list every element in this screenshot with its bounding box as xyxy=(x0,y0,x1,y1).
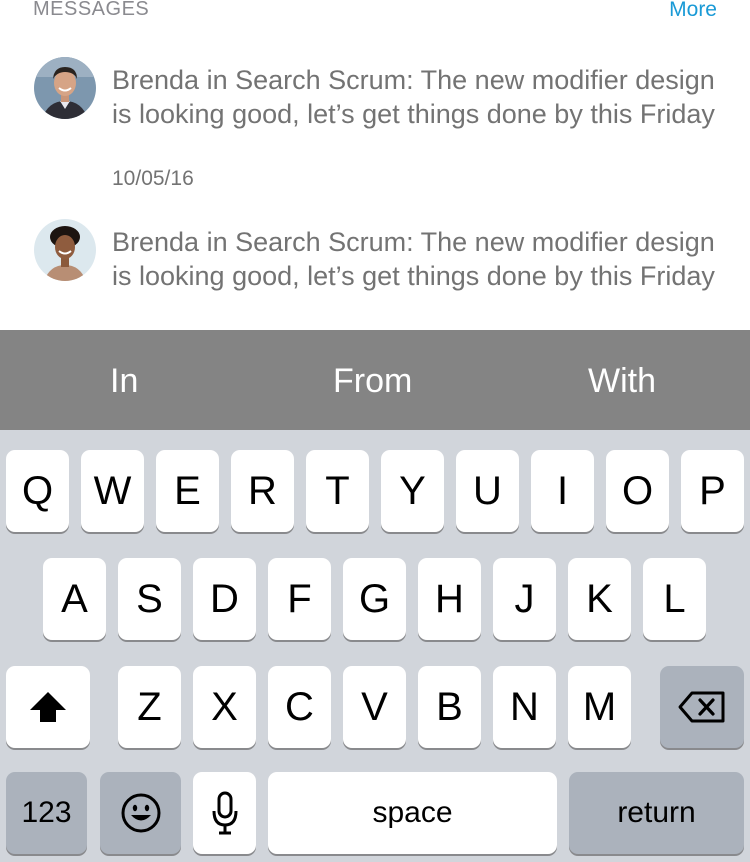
key-n[interactable]: N xyxy=(493,666,556,748)
numbers-key[interactable]: 123 xyxy=(6,772,87,854)
key-f[interactable]: F xyxy=(268,558,331,640)
emoji-key[interactable] xyxy=(100,772,181,854)
key-x[interactable]: X xyxy=(193,666,256,748)
key-v[interactable]: V xyxy=(343,666,406,748)
keyboard: Q W E R T Y U I O P A S D F G H J K L Z … xyxy=(0,430,750,862)
key-m[interactable]: M xyxy=(568,666,631,748)
key-w[interactable]: W xyxy=(81,450,144,532)
avatar xyxy=(34,57,96,119)
message-text: Brenda in Search Scrum: The new modifier… xyxy=(112,65,715,129)
key-y[interactable]: Y xyxy=(381,450,444,532)
delete-key[interactable] xyxy=(660,666,744,748)
key-e[interactable]: E xyxy=(156,450,219,532)
key-j[interactable]: J xyxy=(493,558,556,640)
key-z[interactable]: Z xyxy=(118,666,181,748)
message-text: Brenda in Search Scrum: The new modifier… xyxy=(112,227,715,291)
key-c[interactable]: C xyxy=(268,666,331,748)
key-k[interactable]: K xyxy=(568,558,631,640)
key-q[interactable]: Q xyxy=(6,450,69,532)
key-s[interactable]: S xyxy=(118,558,181,640)
space-key[interactable]: space xyxy=(268,772,557,854)
key-l[interactable]: L xyxy=(643,558,706,640)
search-filter-bar: In From With xyxy=(0,330,750,430)
key-u[interactable]: U xyxy=(456,450,519,532)
key-p[interactable]: P xyxy=(681,450,744,532)
message-date: 10/05/16 xyxy=(112,167,194,190)
microphone-icon xyxy=(211,791,239,835)
key-r[interactable]: R xyxy=(231,450,294,532)
avatar xyxy=(34,219,96,281)
filter-with[interactable]: With xyxy=(588,330,656,430)
emoji-icon xyxy=(120,792,162,834)
more-link[interactable]: More xyxy=(669,0,717,22)
key-g[interactable]: G xyxy=(343,558,406,640)
backspace-icon xyxy=(678,691,726,723)
key-t[interactable]: T xyxy=(306,450,369,532)
messages-section: MESSAGES More Brenda in Search Scrum: Th… xyxy=(0,0,750,330)
key-b[interactable]: B xyxy=(418,666,481,748)
shift-icon xyxy=(28,690,68,724)
key-o[interactable]: O xyxy=(606,450,669,532)
microphone-key[interactable] xyxy=(193,772,256,854)
filter-in[interactable]: In xyxy=(110,330,138,430)
section-title: MESSAGES xyxy=(33,0,150,20)
filter-from[interactable]: From xyxy=(333,330,412,430)
key-d[interactable]: D xyxy=(193,558,256,640)
key-h[interactable]: H xyxy=(418,558,481,640)
shift-key[interactable] xyxy=(6,666,90,748)
key-i[interactable]: I xyxy=(531,450,594,532)
key-a[interactable]: A xyxy=(43,558,106,640)
return-key[interactable]: return xyxy=(569,772,744,854)
